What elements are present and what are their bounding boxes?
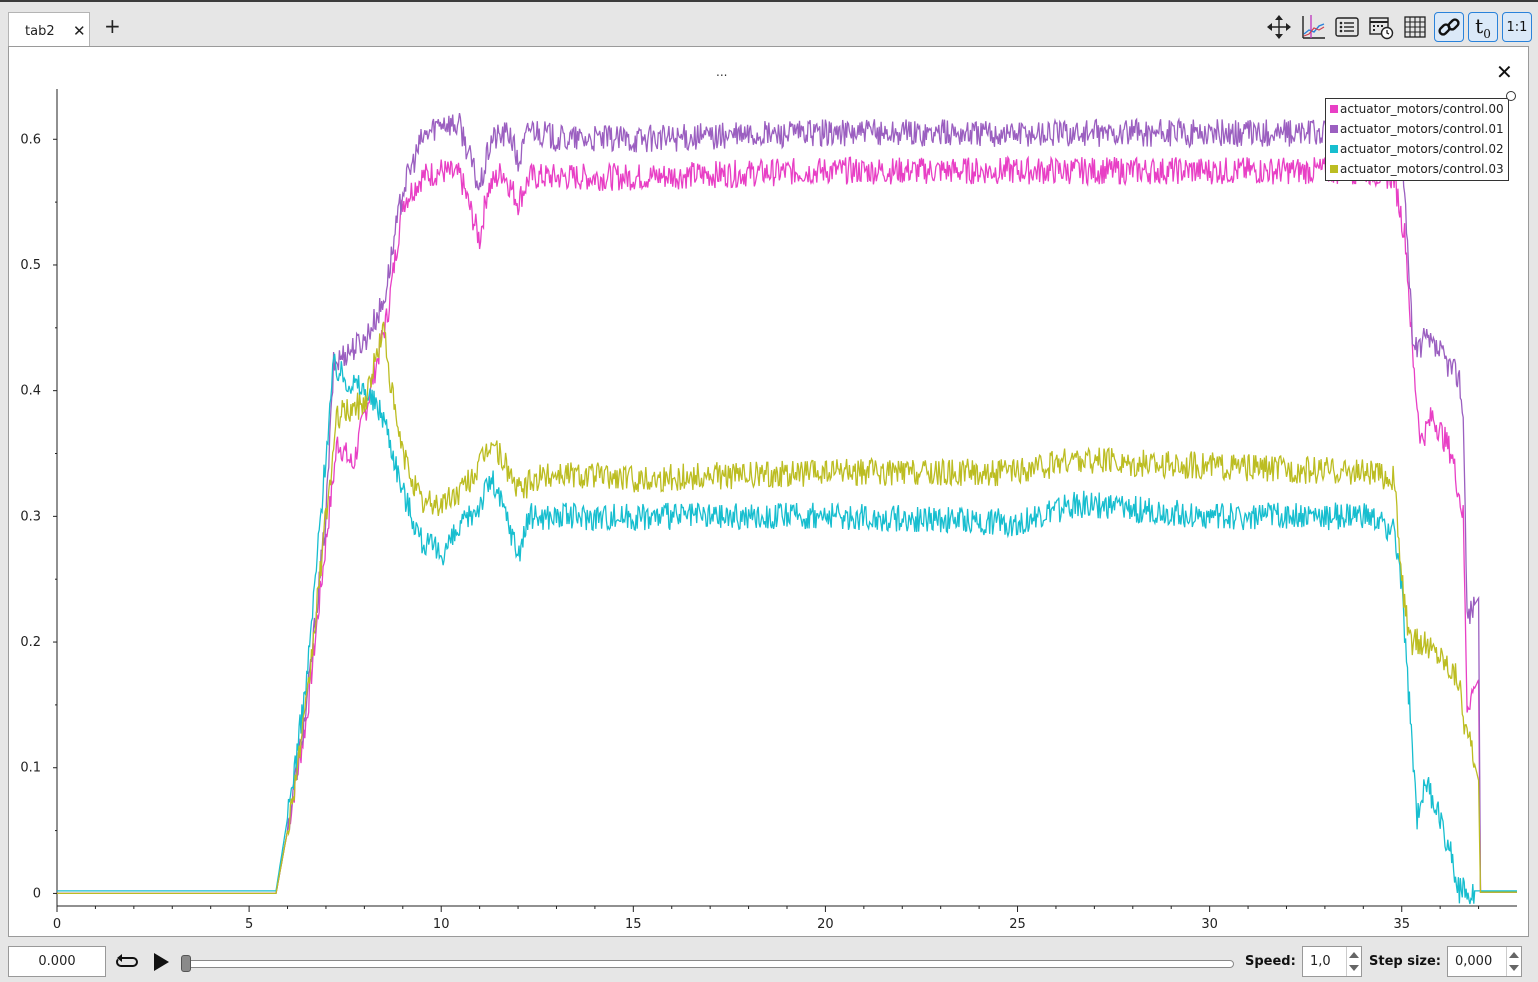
step-size-spinbox[interactable]: 0,000 bbox=[1447, 946, 1522, 977]
tab-label: tab2 bbox=[25, 24, 55, 39]
line-chart[interactable]: 0 0.1 0.2 0.3 0.4 0.5 0.6 0 5 10 15 20 25 30 35 bbox=[9, 47, 1528, 936]
legend-item[interactable]: actuator_motors/control.00 bbox=[1330, 102, 1504, 118]
speed-spin-arrows bbox=[1346, 947, 1361, 976]
legend-item[interactable]: actuator_motors/control.01 bbox=[1330, 122, 1504, 138]
series-line-1 bbox=[57, 112, 1517, 895]
list-icon[interactable] bbox=[1332, 12, 1362, 42]
playback-bar: 0.000 Speed: 1,0 Step size: 0,000 bbox=[0, 942, 1538, 982]
step-size-label: Step size: bbox=[1369, 954, 1442, 969]
legend-item[interactable]: actuator_motors/control.03 bbox=[1330, 162, 1504, 178]
x-tick-label: 5 bbox=[245, 917, 253, 932]
y-tick-label: 0.5 bbox=[20, 258, 41, 273]
tab-tab2[interactable]: tab2 ✕ bbox=[8, 12, 90, 49]
timeline-slider-handle[interactable] bbox=[181, 955, 191, 972]
legend-swatch bbox=[1330, 165, 1338, 173]
series-line-3 bbox=[57, 321, 1517, 895]
legend-label: actuator_motors/control.01 bbox=[1340, 122, 1504, 136]
legend-swatch bbox=[1330, 105, 1338, 113]
legend-item[interactable]: actuator_motors/control.02 bbox=[1330, 142, 1504, 158]
loop-icon[interactable] bbox=[114, 950, 140, 974]
plot-toolbar: t0 1:1 bbox=[1264, 12, 1532, 42]
x-tick-label: 20 bbox=[817, 917, 834, 932]
x-tick-label: 30 bbox=[1201, 917, 1218, 932]
y-tick-label: 0.3 bbox=[20, 509, 41, 524]
move-arrows-icon[interactable] bbox=[1264, 12, 1294, 42]
legend-swatch bbox=[1330, 125, 1338, 133]
xy-plot-icon[interactable] bbox=[1298, 12, 1328, 42]
y-tick-label: 0.6 bbox=[20, 132, 41, 147]
x-tick-label: 0 bbox=[53, 917, 61, 932]
close-tab-icon[interactable]: ✕ bbox=[73, 22, 86, 40]
close-plot-icon[interactable]: ✕ bbox=[1496, 60, 1513, 84]
link-icon[interactable] bbox=[1434, 12, 1464, 42]
time-input[interactable]: 0.000 bbox=[8, 946, 106, 977]
x-tick-label: 25 bbox=[1009, 917, 1026, 932]
calendar-clock-icon[interactable] bbox=[1366, 12, 1396, 42]
legend-resize-handle[interactable] bbox=[1506, 91, 1516, 101]
step-up-arrow-icon[interactable] bbox=[1509, 952, 1519, 958]
plot-title: ... bbox=[716, 65, 728, 79]
legend-label: actuator_motors/control.02 bbox=[1340, 142, 1504, 156]
chart-legend[interactable]: actuator_motors/control.00 actuator_motor… bbox=[1325, 98, 1509, 181]
x-tick-label: 10 bbox=[433, 917, 450, 932]
timeline-slider[interactable] bbox=[186, 960, 1234, 968]
plot-area[interactable]: 0 0.1 0.2 0.3 0.4 0.5 0.6 0 5 10 15 20 25 30 35 ... ✕ … bbox=[8, 46, 1529, 937]
x-tick-label: 15 bbox=[625, 917, 642, 932]
t0-icon[interactable]: t0 bbox=[1468, 12, 1498, 42]
step-down-arrow-icon[interactable] bbox=[1509, 965, 1519, 971]
speed-spinbox[interactable]: 1,0 bbox=[1302, 946, 1362, 977]
add-tab-button[interactable]: + bbox=[104, 16, 121, 36]
series-line-2 bbox=[57, 353, 1517, 905]
y-tick-label: 0.2 bbox=[20, 635, 41, 650]
y-tick-label: 0.4 bbox=[20, 384, 41, 399]
play-icon[interactable] bbox=[150, 950, 172, 974]
speed-up-arrow-icon[interactable] bbox=[1349, 952, 1359, 958]
step-spin-arrows bbox=[1506, 947, 1521, 976]
y-tick-label: 0.1 bbox=[20, 761, 41, 776]
speed-value: 1,0 bbox=[1310, 954, 1331, 969]
ratio-icon[interactable]: 1:1 bbox=[1502, 12, 1532, 42]
tab-bar: tab2 ✕ + t0 1:1 bbox=[0, 2, 1538, 49]
legend-swatch bbox=[1330, 145, 1338, 153]
speed-down-arrow-icon[interactable] bbox=[1349, 965, 1359, 971]
y-tick-label: 0 bbox=[33, 886, 41, 901]
legend-label: actuator_motors/control.03 bbox=[1340, 162, 1504, 176]
x-tick-label: 35 bbox=[1393, 917, 1410, 932]
legend-label: actuator_motors/control.00 bbox=[1340, 102, 1504, 116]
t0-label: t0 bbox=[1475, 13, 1491, 41]
grid-icon[interactable] bbox=[1400, 12, 1430, 42]
speed-label: Speed: bbox=[1245, 954, 1296, 969]
ratio-label: 1:1 bbox=[1506, 19, 1528, 35]
step-size-value: 0,000 bbox=[1455, 954, 1493, 969]
